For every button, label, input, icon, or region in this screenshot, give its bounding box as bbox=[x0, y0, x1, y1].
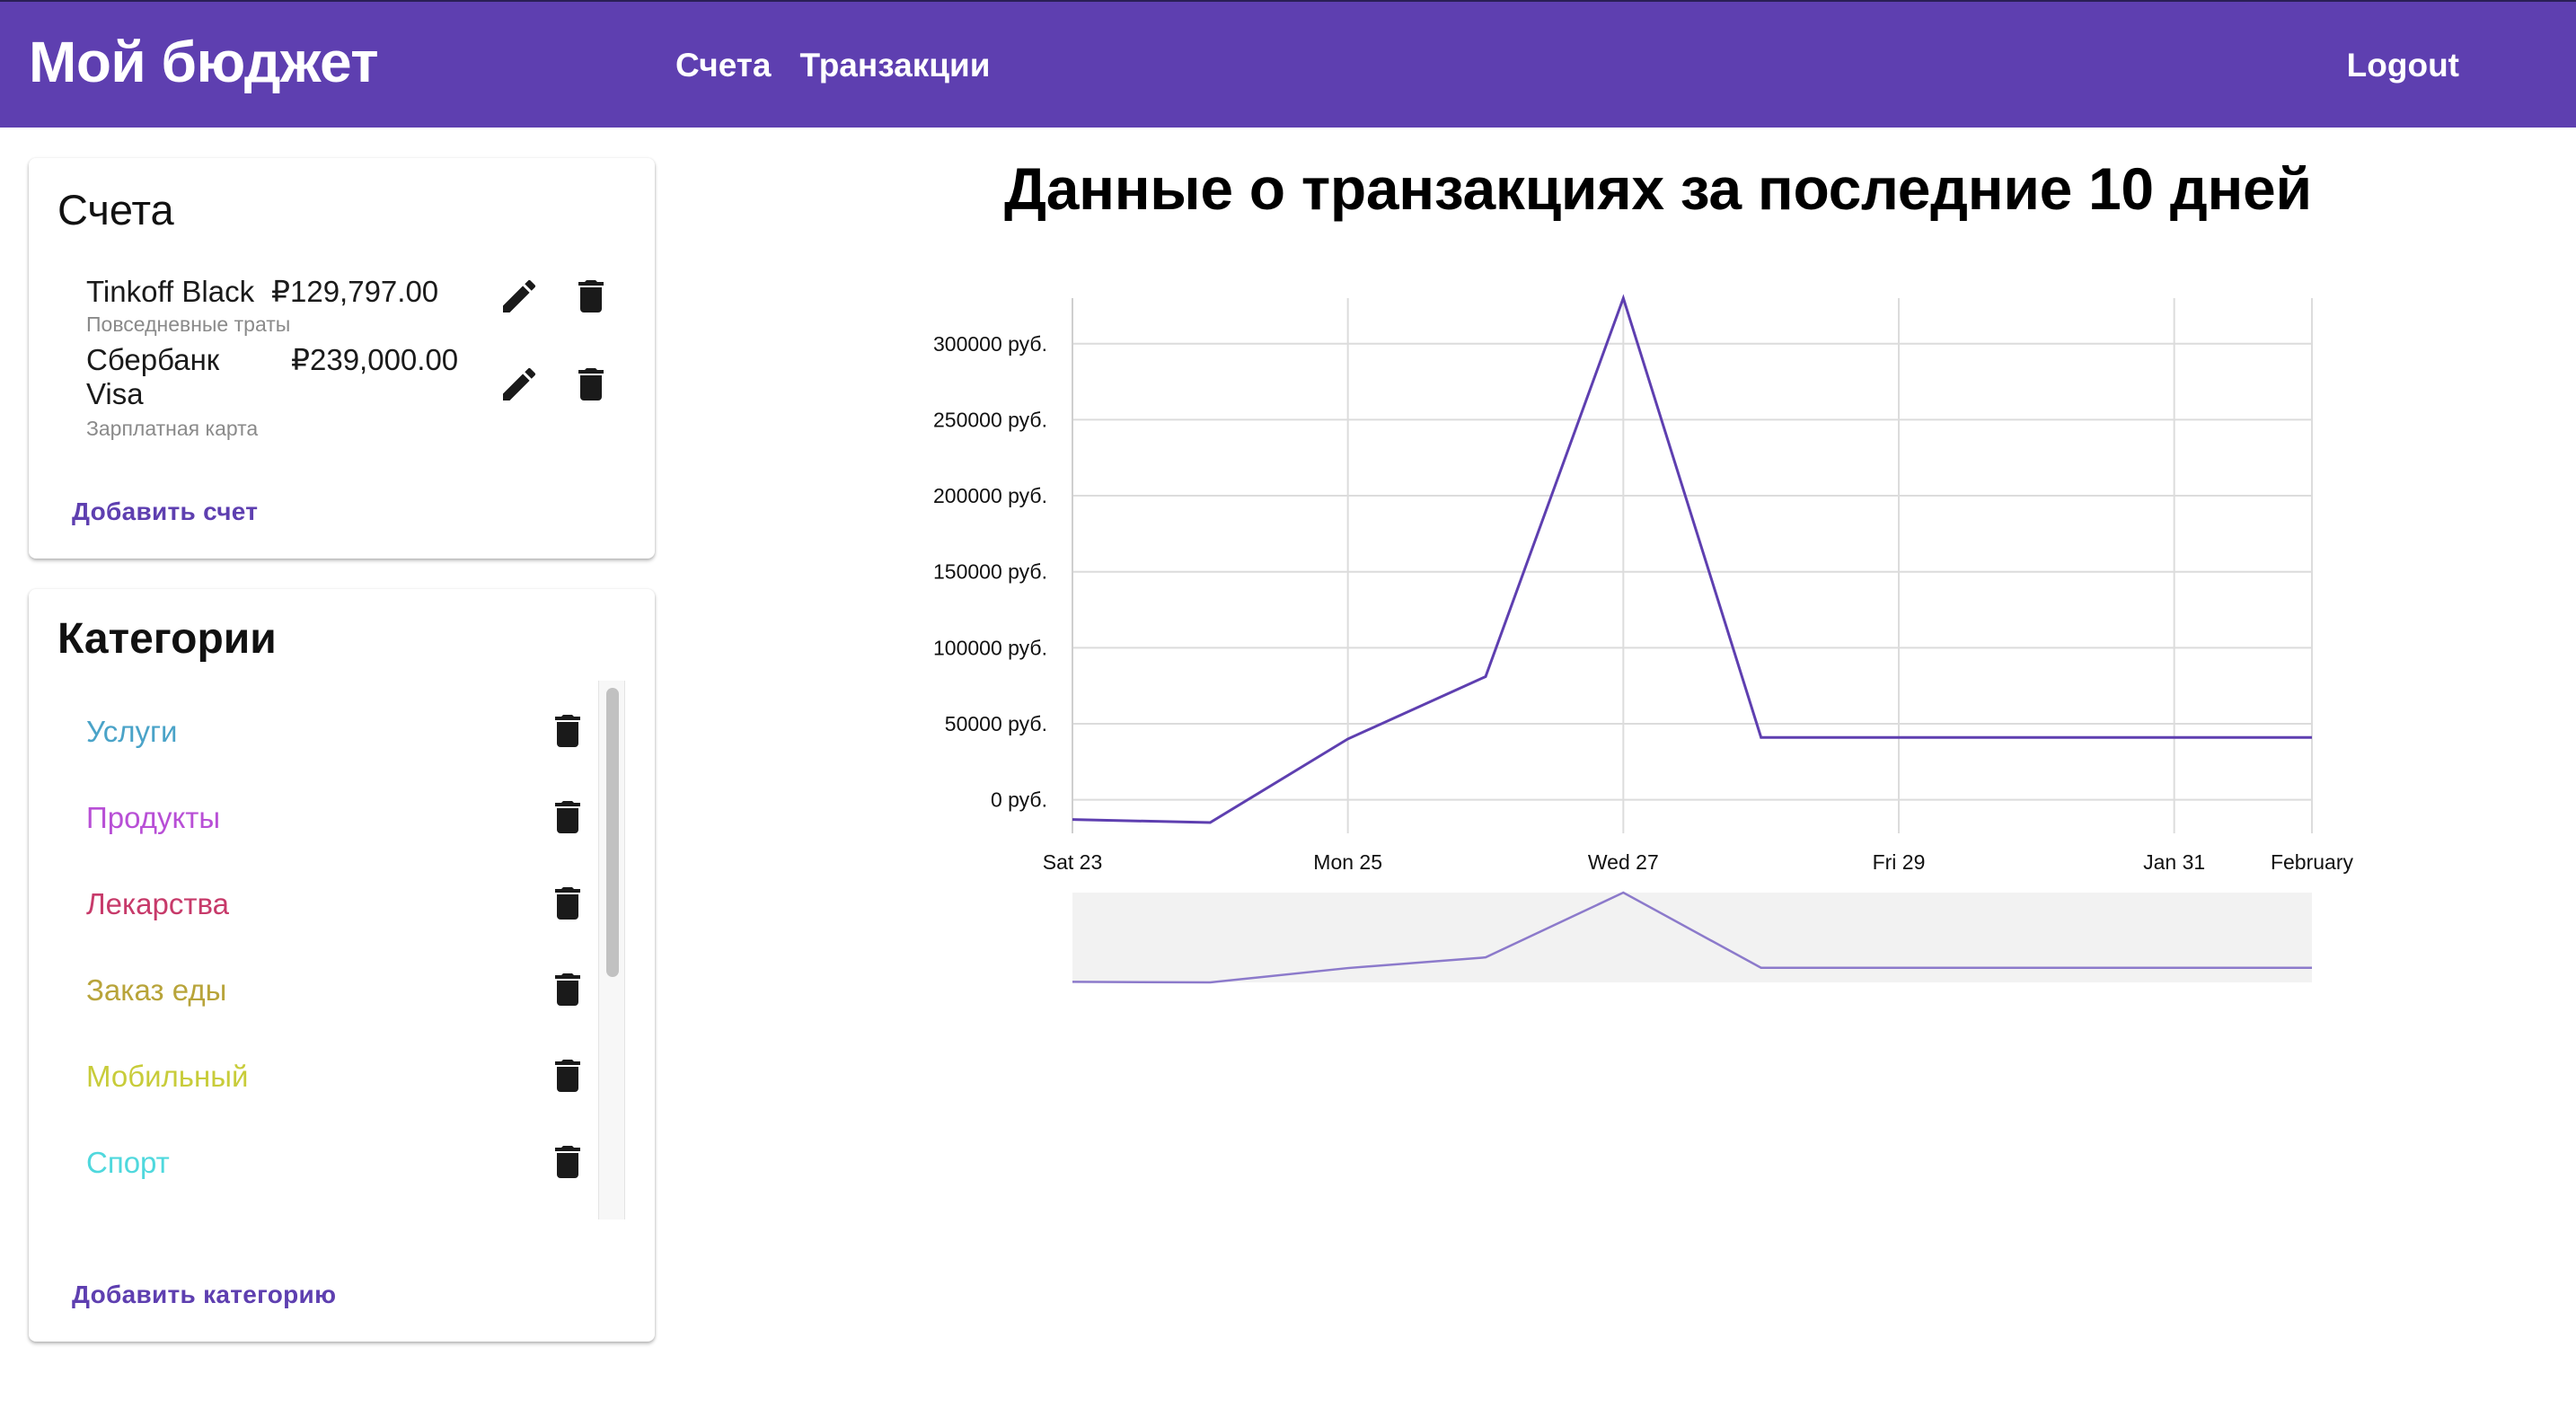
app-bar: Мой бюджет Счета Транзакции Logout bbox=[0, 0, 2576, 128]
category-item[interactable]: Услуги bbox=[57, 690, 614, 776]
y-tick-label: 150000 руб. bbox=[933, 560, 1047, 584]
logout-button[interactable]: Logout bbox=[2347, 47, 2459, 84]
add-category-button[interactable]: Добавить категорию bbox=[72, 1281, 336, 1309]
category-item[interactable]: Продукты bbox=[57, 776, 614, 862]
pencil-icon[interactable] bbox=[498, 363, 541, 406]
account-item: Tinkoff Black ₽129,797.00 Повседневные т… bbox=[86, 275, 643, 338]
y-tick-label: 300000 руб. bbox=[933, 332, 1047, 356]
categories-card: Категории Услуги Продукты Лекарства Заказ е… bbox=[29, 589, 655, 1342]
trash-icon[interactable] bbox=[546, 1140, 589, 1184]
nav-accounts-link[interactable]: Счета bbox=[675, 47, 772, 84]
y-tick-label: 50000 руб. bbox=[945, 712, 1047, 735]
trash-icon[interactable] bbox=[546, 1054, 589, 1097]
category-label: Заказ еды bbox=[86, 973, 227, 1007]
y-tick-label: 250000 руб. bbox=[933, 408, 1047, 431]
trash-icon[interactable] bbox=[569, 275, 613, 318]
category-list: Услуги Продукты Лекарства Заказ еды Мобильны… bbox=[57, 682, 640, 1221]
trash-icon[interactable] bbox=[546, 709, 589, 753]
account-name-line2: Visa bbox=[86, 377, 144, 410]
nav-transactions-link[interactable]: Транзакции bbox=[800, 47, 991, 84]
transactions-chart[interactable]: 0 руб. 50000 руб. 100000 руб. 150000 руб. 20… bbox=[880, 269, 2407, 1006]
x-tick-label: February bbox=[2271, 850, 2354, 874]
categories-title: Категории bbox=[57, 615, 277, 663]
accounts-title: Счета bbox=[57, 186, 174, 233]
account-description: Зарплатная карта bbox=[86, 417, 259, 440]
account-name: Tinkoff Black bbox=[86, 275, 255, 308]
category-label: Спорт bbox=[86, 1146, 170, 1179]
trash-icon[interactable] bbox=[546, 968, 589, 1011]
category-label: Мобильный bbox=[86, 1060, 249, 1093]
app-title[interactable]: Мой бюджет bbox=[29, 29, 379, 95]
x-tick-label: Mon 25 bbox=[1313, 850, 1382, 874]
account-item: Сбербанк Visa ₽239,000.00 Зарплатная кар… bbox=[86, 343, 643, 442]
account-description: Повседневные траты bbox=[86, 312, 291, 336]
trash-icon[interactable] bbox=[546, 882, 589, 925]
category-label: Лекарства bbox=[86, 887, 230, 920]
category-scrollbar[interactable] bbox=[598, 681, 625, 1219]
category-item[interactable]: Лекарства bbox=[57, 862, 614, 948]
series-line bbox=[1072, 294, 2312, 824]
category-label: Продукты bbox=[86, 801, 221, 834]
y-tick-label: 100000 руб. bbox=[933, 636, 1047, 659]
x-tick-label: Fri 29 bbox=[1873, 850, 1926, 874]
pencil-icon[interactable] bbox=[498, 275, 541, 318]
y-tick-label: 0 руб. bbox=[991, 788, 1047, 812]
account-name-line1: Сбербанк bbox=[86, 343, 220, 376]
account-balance: ₽239,000.00 bbox=[291, 343, 459, 376]
trash-icon[interactable] bbox=[569, 363, 613, 406]
chart-title: Данные о транзакциях за последние 10 дне… bbox=[1004, 155, 2312, 222]
main-nav: Счета Транзакции bbox=[675, 47, 990, 84]
x-tick-label: Wed 27 bbox=[1588, 850, 1659, 874]
category-item[interactable]: Мобильный bbox=[57, 1034, 614, 1121]
category-label: Услуги bbox=[86, 715, 178, 748]
trash-icon[interactable] bbox=[546, 796, 589, 839]
add-account-button[interactable]: Добавить счет bbox=[72, 497, 258, 526]
account-balance: ₽129,797.00 bbox=[271, 275, 439, 308]
category-item[interactable]: Спорт bbox=[57, 1121, 614, 1207]
accounts-card: Счета Tinkoff Black ₽129,797.00 Повседне… bbox=[29, 158, 655, 559]
x-tick-label: Sat 23 bbox=[1043, 850, 1103, 874]
y-tick-label: 200000 руб. bbox=[933, 484, 1047, 507]
scrollbar-thumb[interactable] bbox=[606, 688, 619, 977]
x-tick-label: Jan 31 bbox=[2143, 850, 2205, 874]
category-item[interactable]: Заказ еды bbox=[57, 948, 614, 1034]
